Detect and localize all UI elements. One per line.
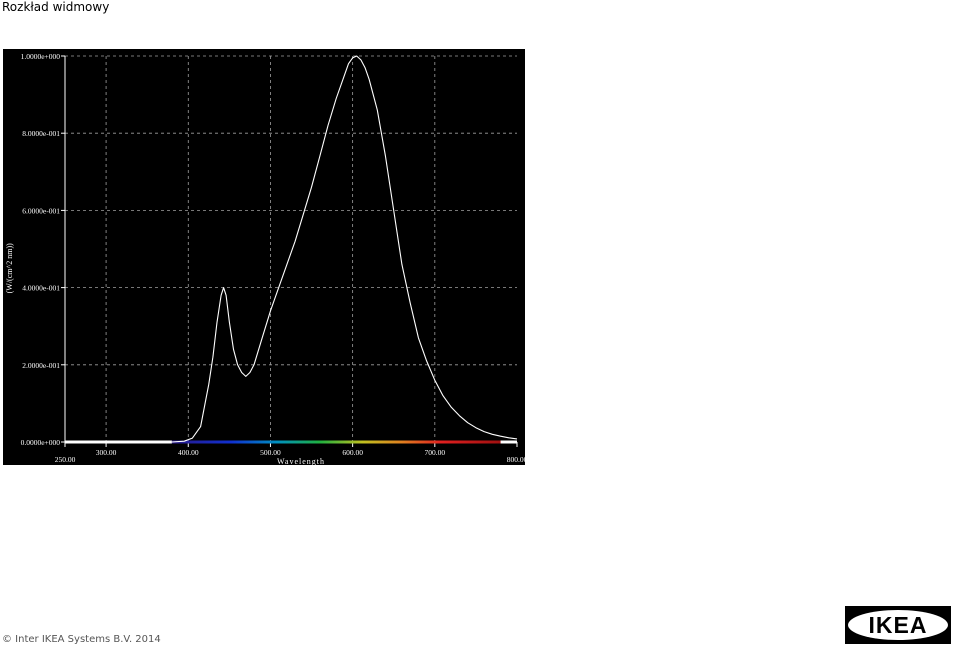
- spectral-chart-svg: 0.0000e+000 2.0000e-001 4.0000e-001 6.0000e…: [3, 49, 525, 465]
- x-tick-label: 500.00: [260, 448, 281, 457]
- spectral-chart: 0.0000e+000 2.0000e-001 4.0000e-001 6.0000e…: [3, 49, 525, 465]
- y-tick-label: 6.0000e-001: [22, 206, 60, 215]
- x-tick-label: 250.00: [55, 455, 76, 464]
- ikea-logo: IKEA ®: [845, 606, 954, 644]
- x-tick-label: 400.00: [178, 448, 199, 457]
- x-tick-label: 300.00: [96, 448, 117, 457]
- x-tick-label: 700.00: [425, 448, 446, 457]
- y-axis-label: (W/(cm^2 nm)): [5, 243, 14, 294]
- x-tick-label: 600.00: [342, 448, 363, 457]
- y-tick-label: 4.0000e-001: [22, 284, 60, 293]
- y-tick-label: 2.0000e-001: [22, 361, 60, 370]
- x-tick-label: 800.00: [507, 455, 525, 464]
- ikea-logo-graphic: IKEA ®: [845, 606, 954, 644]
- plot-background: [3, 49, 525, 465]
- visible-spectrum-band: [171, 440, 501, 444]
- y-tick-label: 8.0000e-001: [22, 129, 60, 138]
- copyright-notice: © Inter IKEA Systems B.V. 2014: [2, 634, 161, 645]
- x-axis-label: Wavelength: [277, 457, 325, 465]
- y-tick-label: 0.0000e+000: [21, 438, 61, 447]
- svg-text:®: ®: [948, 607, 951, 614]
- y-tick-label: 1.0000e+000: [21, 52, 61, 61]
- logo-text: IKEA: [869, 612, 928, 638]
- page-title: Rozkład widmowy: [2, 0, 110, 14]
